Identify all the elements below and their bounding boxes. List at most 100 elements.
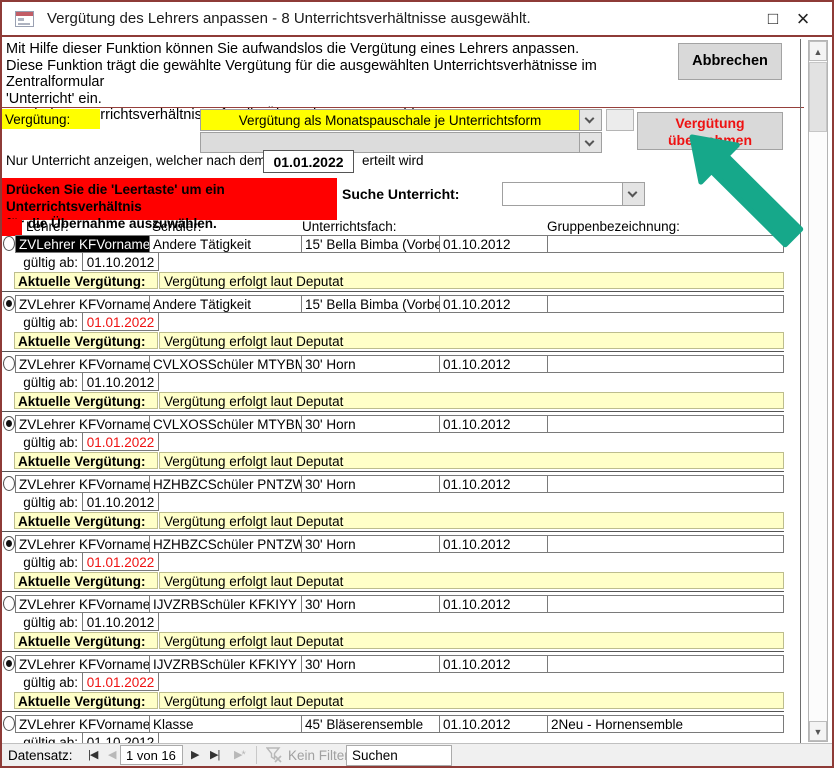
schueler-cell[interactable]: Andere Tätigkeit xyxy=(149,235,302,253)
select-radio[interactable] xyxy=(3,716,15,731)
select-radio[interactable] xyxy=(3,596,15,611)
gueltig-ab-date[interactable]: 01.10.2012 xyxy=(82,733,159,743)
select-radio[interactable] xyxy=(3,296,15,311)
select-radio[interactable] xyxy=(3,236,15,251)
datum-cell[interactable]: 01.10.2012 xyxy=(439,655,548,673)
gruppe-cell[interactable] xyxy=(547,535,784,553)
gueltig-ab-date[interactable]: 01.10.2012 xyxy=(82,253,159,271)
datum-cell[interactable]: 01.10.2012 xyxy=(439,715,548,733)
aktuelle-verguetung-label: Aktuelle Vergütung: xyxy=(14,692,158,709)
gueltig-ab-date[interactable]: 01.10.2012 xyxy=(82,613,159,631)
lehrer-cell[interactable]: ZVLehrer KFVorname xyxy=(15,295,150,313)
chevron-down-icon[interactable] xyxy=(579,133,601,152)
aktuelle-verguetung-value[interactable]: Vergütung erfolgt laut Deputat xyxy=(159,332,784,349)
scroll-down-icon[interactable]: ▼ xyxy=(809,721,827,741)
maximize-icon[interactable]: □ xyxy=(758,9,788,29)
schueler-cell[interactable]: CVLXOSSchüler MTYBM xyxy=(149,415,302,433)
chevron-down-icon[interactable] xyxy=(579,110,601,130)
fach-cell[interactable]: 30' Horn xyxy=(301,535,440,553)
gueltig-ab-date[interactable]: 01.10.2012 xyxy=(82,373,159,391)
previous-record-icon[interactable]: ◀ xyxy=(108,748,115,761)
schueler-cell[interactable]: IJVZRBSchüler KFKIYY xyxy=(149,655,302,673)
record-position[interactable]: 1 von 16 xyxy=(120,745,183,765)
schueler-cell[interactable]: Klasse xyxy=(149,715,302,733)
fach-cell[interactable]: 30' Horn xyxy=(301,655,440,673)
next-record-icon[interactable]: ▶ xyxy=(191,748,198,761)
gueltig-ab-date[interactable]: 01.01.2022 xyxy=(82,433,159,451)
aktuelle-verguetung-value[interactable]: Vergütung erfolgt laut Deputat xyxy=(159,392,784,409)
gueltig-ab-date[interactable]: 01.10.2012 xyxy=(82,493,159,511)
schueler-cell[interactable]: IJVZRBSchüler KFKIYY xyxy=(149,595,302,613)
fach-cell[interactable]: 30' Horn xyxy=(301,415,440,433)
lehrer-cell[interactable]: ZVLehrer KFVorname xyxy=(15,595,150,613)
gruppe-cell[interactable] xyxy=(547,595,784,613)
aktuelle-verguetung-value[interactable]: Vergütung erfolgt laut Deputat xyxy=(159,572,784,589)
datum-cell[interactable]: 01.10.2012 xyxy=(439,235,548,253)
fach-cell[interactable]: 15' Bella Bimba (Vorbere xyxy=(301,235,440,253)
datum-cell[interactable]: 01.10.2012 xyxy=(439,295,548,313)
lehrer-cell[interactable]: ZVLehrer KFVorname xyxy=(15,415,150,433)
verguetung-combo[interactable]: Vergütung als Monatspauschale je Unterri… xyxy=(200,109,602,131)
scroll-up-icon[interactable]: ▲ xyxy=(809,41,827,61)
lehrer-cell[interactable]: ZVLehrer KFVorname xyxy=(15,355,150,373)
select-radio[interactable] xyxy=(3,536,15,551)
select-radio[interactable] xyxy=(3,476,15,491)
aktuelle-verguetung-value[interactable]: Vergütung erfolgt laut Deputat xyxy=(159,632,784,649)
gruppe-cell[interactable] xyxy=(547,655,784,673)
schueler-cell[interactable]: HZHBZCSchüler PNTZW xyxy=(149,475,302,493)
gueltig-ab-date[interactable]: 01.01.2022 xyxy=(82,313,159,331)
apply-verguetung-button[interactable]: Vergütung übernehmen xyxy=(637,112,783,150)
fach-cell[interactable]: 15' Bella Bimba (Vorbere xyxy=(301,295,440,313)
search-box[interactable]: Suchen xyxy=(346,745,452,766)
aktuelle-verguetung-value[interactable]: Vergütung erfolgt laut Deputat xyxy=(159,452,784,469)
select-radio[interactable] xyxy=(3,656,15,671)
gueltig-ab-date[interactable]: 01.01.2022 xyxy=(82,553,159,571)
select-radio[interactable] xyxy=(3,356,15,371)
datum-cell[interactable]: 01.10.2012 xyxy=(439,535,548,553)
gruppe-cell[interactable]: 2Neu - Hornensemble xyxy=(547,715,784,733)
aktuelle-verguetung-value[interactable]: Vergütung erfolgt laut Deputat xyxy=(159,272,784,289)
lehrer-cell[interactable]: ZVLehrer KFVorname xyxy=(15,475,150,493)
lehrer-cell[interactable]: ZVLehrer KFVorname xyxy=(15,715,150,733)
schueler-cell[interactable]: Andere Tätigkeit xyxy=(149,295,302,313)
select-radio[interactable] xyxy=(3,416,15,431)
date-filter-field[interactable]: 01.01.2022 xyxy=(263,150,354,173)
chevron-down-icon[interactable] xyxy=(622,183,644,205)
close-icon[interactable]: × xyxy=(788,6,818,32)
gueltig-ab-label: gültig ab: xyxy=(14,315,78,330)
lehrer-cell[interactable]: ZVLehrer KFVorname xyxy=(15,535,150,553)
first-record-icon[interactable]: |◀ xyxy=(88,748,97,761)
new-record-icon[interactable]: ▶* xyxy=(234,748,245,761)
scrollbar-thumb[interactable] xyxy=(809,62,827,132)
aktuelle-verguetung-value[interactable]: Vergütung erfolgt laut Deputat xyxy=(159,692,784,709)
schueler-cell[interactable]: HZHBZCSchüler PNTZW xyxy=(149,535,302,553)
gruppe-cell[interactable] xyxy=(547,415,784,433)
gruppe-cell[interactable] xyxy=(547,475,784,493)
schueler-cell[interactable]: CVLXOSSchüler MTYBM xyxy=(149,355,302,373)
lehrer-cell[interactable]: ZVLehrer KFVorname xyxy=(15,655,150,673)
lehrer-cell[interactable]: ZVLehrer KFVorname xyxy=(15,235,150,253)
aktuelle-verguetung-value[interactable]: Vergütung erfolgt laut Deputat xyxy=(159,512,784,529)
datum-cell[interactable]: 01.10.2012 xyxy=(439,595,548,613)
gueltig-ab-label: gültig ab: xyxy=(14,555,78,570)
gueltig-ab-date[interactable]: 01.01.2022 xyxy=(82,673,159,691)
last-record-icon[interactable]: ▶| xyxy=(210,748,219,761)
search-unterricht-combo[interactable] xyxy=(502,182,645,206)
fach-cell[interactable]: 30' Horn xyxy=(301,475,440,493)
vertical-scrollbar[interactable]: ▲ ▼ xyxy=(808,40,828,742)
verguetung-extra-field[interactable] xyxy=(606,109,634,131)
datum-cell[interactable]: 01.10.2012 xyxy=(439,475,548,493)
datum-cell[interactable]: 01.10.2012 xyxy=(439,355,548,373)
fach-cell[interactable]: 45' Bläserensemble xyxy=(301,715,440,733)
gruppe-cell[interactable] xyxy=(547,295,784,313)
fach-cell[interactable]: 30' Horn xyxy=(301,595,440,613)
kein-filter-label[interactable]: Kein Filter xyxy=(288,748,349,763)
intro-line: Diese Funktion trägt die gewählte Vergüt… xyxy=(6,58,671,91)
filter-icon[interactable] xyxy=(266,747,283,766)
gruppe-cell[interactable] xyxy=(547,355,784,373)
cancel-button[interactable]: Abbrechen xyxy=(678,43,782,80)
verguetung-sub-combo[interactable] xyxy=(200,132,602,153)
datum-cell[interactable]: 01.10.2012 xyxy=(439,415,548,433)
fach-cell[interactable]: 30' Horn xyxy=(301,355,440,373)
gruppe-cell[interactable] xyxy=(547,235,784,253)
